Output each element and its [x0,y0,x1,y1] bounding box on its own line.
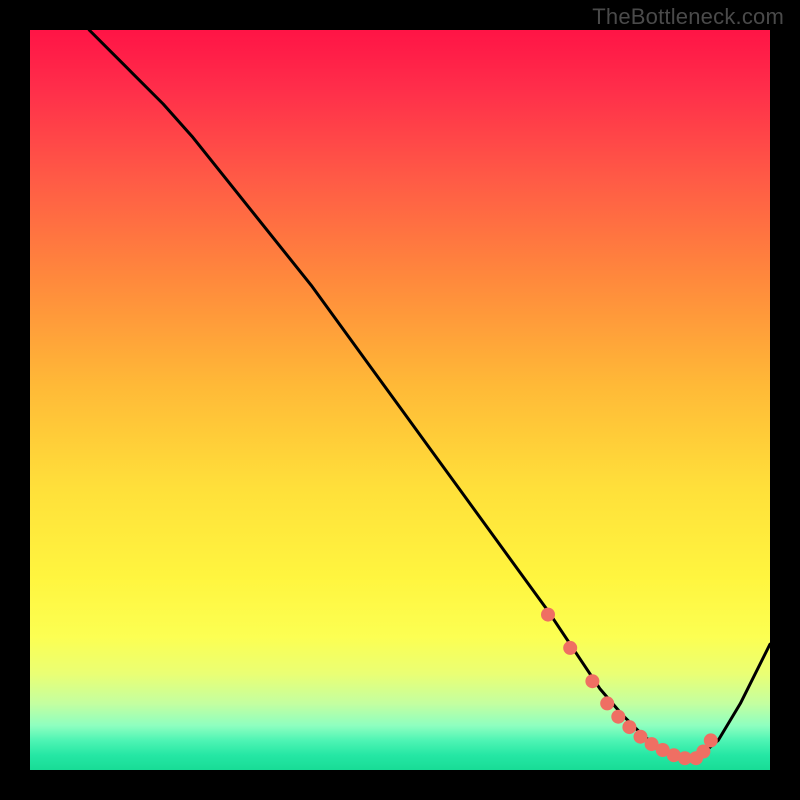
highlight-point [600,696,614,710]
highlight-point [541,608,555,622]
bottleneck-curve [89,30,770,759]
highlight-point [611,710,625,724]
highlight-point [622,720,636,734]
plot-area [30,30,770,770]
chart-frame: TheBottleneck.com [0,0,800,800]
highlight-point [704,733,718,747]
highlight-point [563,641,577,655]
highlight-points [541,608,718,766]
highlight-point [585,674,599,688]
attribution-text: TheBottleneck.com [592,4,784,30]
bottleneck-curve-path [89,30,770,759]
chart-overlay [30,30,770,770]
